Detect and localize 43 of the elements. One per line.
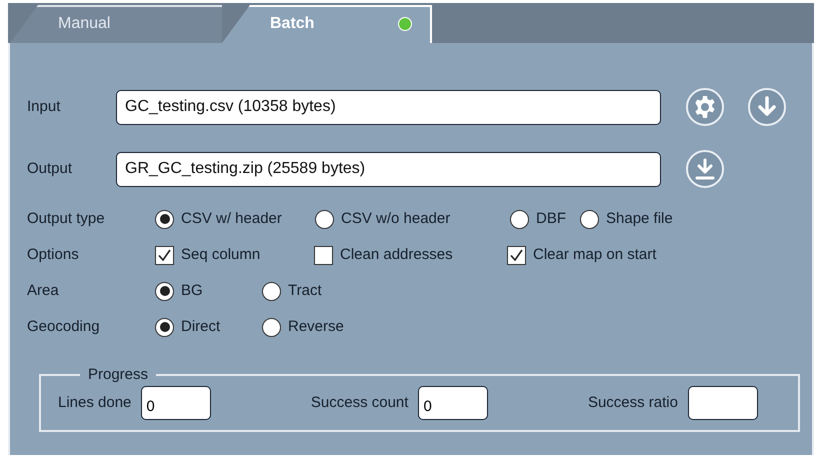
download-icon [694,158,716,180]
download-button[interactable] [686,150,724,188]
radio-button[interactable] [155,318,174,336]
radio-option[interactable]: Reverse [262,316,362,338]
checkbox[interactable] [314,246,333,264]
field-label: Lines done [58,392,132,413]
number-field[interactable] [688,386,758,420]
number-field[interactable]: 0 [418,386,488,420]
field-label: Success count [310,392,408,413]
radio-button[interactable] [262,282,281,300]
radio-option[interactable]: Shape file [580,208,700,230]
radio-button[interactable] [155,282,174,300]
radio-option[interactable]: Direct [155,316,262,338]
group-label: Output type [27,208,106,229]
arrow-down-button[interactable] [748,88,786,126]
file-field[interactable]: GC_testing.csv (10358 bytes) [116,90,661,124]
radio-button[interactable] [155,210,174,228]
gear-icon [693,95,717,119]
arrow-down-icon [756,96,778,118]
radio-button[interactable] [262,318,281,336]
radio-button[interactable] [580,210,599,228]
gear-button[interactable] [686,88,724,126]
group-title: Progress [87,367,150,382]
radio-option[interactable]: BG [155,280,262,302]
group-label: Area [27,280,60,301]
checkbox[interactable] [507,246,526,264]
group-label: Options [27,244,80,265]
radio-option[interactable]: DBF [510,208,580,230]
checkbox-option[interactable]: Clear map on start [507,244,707,266]
checkbox-option[interactable]: Clean addresses [314,244,507,266]
file-field[interactable]: GR_GC_testing.zip (25589 bytes) [116,152,661,186]
radio-option[interactable]: CSV w/o header [315,208,510,230]
number-field[interactable]: 0 [141,386,212,420]
field-label: Output [27,158,74,179]
group-label: Geocoding [27,316,101,337]
radio-button[interactable] [315,210,334,228]
field-label: Input [27,96,62,117]
checkbox-option[interactable]: Seq column [155,244,314,266]
radio-option[interactable]: CSV w/ header [155,208,315,230]
field-label: Success ratio [588,392,678,413]
checkbox[interactable] [155,246,174,264]
radio-button[interactable] [510,210,529,228]
radio-option[interactable]: Tract [262,280,362,302]
